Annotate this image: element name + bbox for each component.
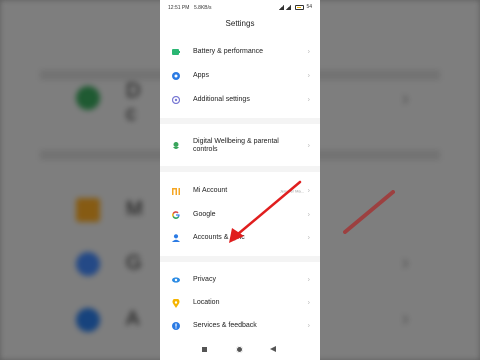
- mi-account-icon: [172, 187, 180, 195]
- page-title: Settings: [225, 19, 255, 28]
- settings-item-label: Battery & performance: [193, 48, 264, 55]
- settings-item-label: Digital Wellbeing & parental controls: [193, 138, 279, 153]
- section-divider: [160, 166, 320, 172]
- settings-item-feedback[interactable]: Services & feedback ›: [160, 316, 320, 336]
- chevron-right-icon: ›: [307, 276, 310, 284]
- settings-item-label: Apps: [193, 72, 209, 79]
- status-speed: 5.8KB/s: [194, 5, 212, 11]
- settings-item-label: Additional settings: [193, 96, 250, 103]
- account-name: Jennifer Ma...: [279, 188, 304, 194]
- settings-item-location[interactable]: Location ›: [160, 293, 320, 313]
- settings-item-label: Location: [193, 299, 220, 306]
- navigation-bar: [160, 340, 320, 360]
- section-divider: [160, 118, 320, 124]
- settings-item-additional[interactable]: Additional settings ›: [160, 90, 320, 110]
- battery-status-icon: [295, 4, 305, 10]
- chevron-right-icon: ›: [307, 96, 310, 104]
- privacy-icon: [172, 276, 180, 284]
- chevron-right-icon: ›: [307, 234, 310, 242]
- settings-item-google[interactable]: Google ›: [160, 205, 320, 225]
- settings-item-wellbeing[interactable]: Digital Wellbeing & parental controls ›: [160, 134, 320, 158]
- status-bar: 12:51 PM 5.8KB/s 54: [160, 0, 320, 14]
- chevron-right-icon: ›: [307, 322, 310, 330]
- back-icon[interactable]: [270, 346, 276, 352]
- chevron-right-icon: ›: [307, 299, 310, 307]
- status-indicators: 54: [279, 4, 312, 10]
- signal-icon: [286, 4, 292, 10]
- settings-item-privacy[interactable]: Privacy ›: [160, 270, 320, 290]
- settings-item-label: Services & feedback: [193, 322, 257, 329]
- chevron-right-icon: ›: [307, 142, 310, 150]
- phone-screen: 12:51 PM 5.8KB/s 54 Settings Battery & p…: [160, 0, 320, 360]
- section-divider: [160, 256, 320, 262]
- chevron-right-icon: ›: [307, 72, 310, 80]
- feedback-icon: [172, 322, 180, 330]
- status-time: 12:51 PM: [168, 5, 190, 11]
- accounts-icon: [172, 234, 180, 242]
- battery-icon: [172, 48, 180, 56]
- settings-item-label: Google: [193, 211, 216, 218]
- google-icon: [172, 211, 180, 219]
- settings-item-battery[interactable]: Battery & performance ›: [160, 42, 320, 62]
- recents-icon[interactable]: [202, 347, 207, 352]
- settings-item-mi-account[interactable]: Mi Account Jennifer Ma... ›: [160, 181, 320, 201]
- home-icon[interactable]: [236, 346, 243, 353]
- settings-item-label: Mi Account: [193, 187, 228, 194]
- chevron-right-icon: ›: [307, 48, 310, 56]
- settings-item-apps[interactable]: Apps ›: [160, 66, 320, 86]
- location-icon: [172, 298, 180, 308]
- wellbeing-icon: [172, 141, 180, 150]
- chevron-right-icon: ›: [307, 211, 310, 219]
- battery-percent: 54: [306, 4, 312, 10]
- settings-item-label: Privacy: [193, 276, 216, 283]
- chevron-right-icon: ›: [307, 187, 310, 195]
- settings-item-label: Accounts & sync: [193, 234, 245, 241]
- apps-icon: [172, 72, 180, 80]
- signal-icon: [279, 4, 285, 10]
- settings-item-accounts[interactable]: Accounts & sync ›: [160, 228, 320, 248]
- more-settings-icon: [172, 96, 180, 104]
